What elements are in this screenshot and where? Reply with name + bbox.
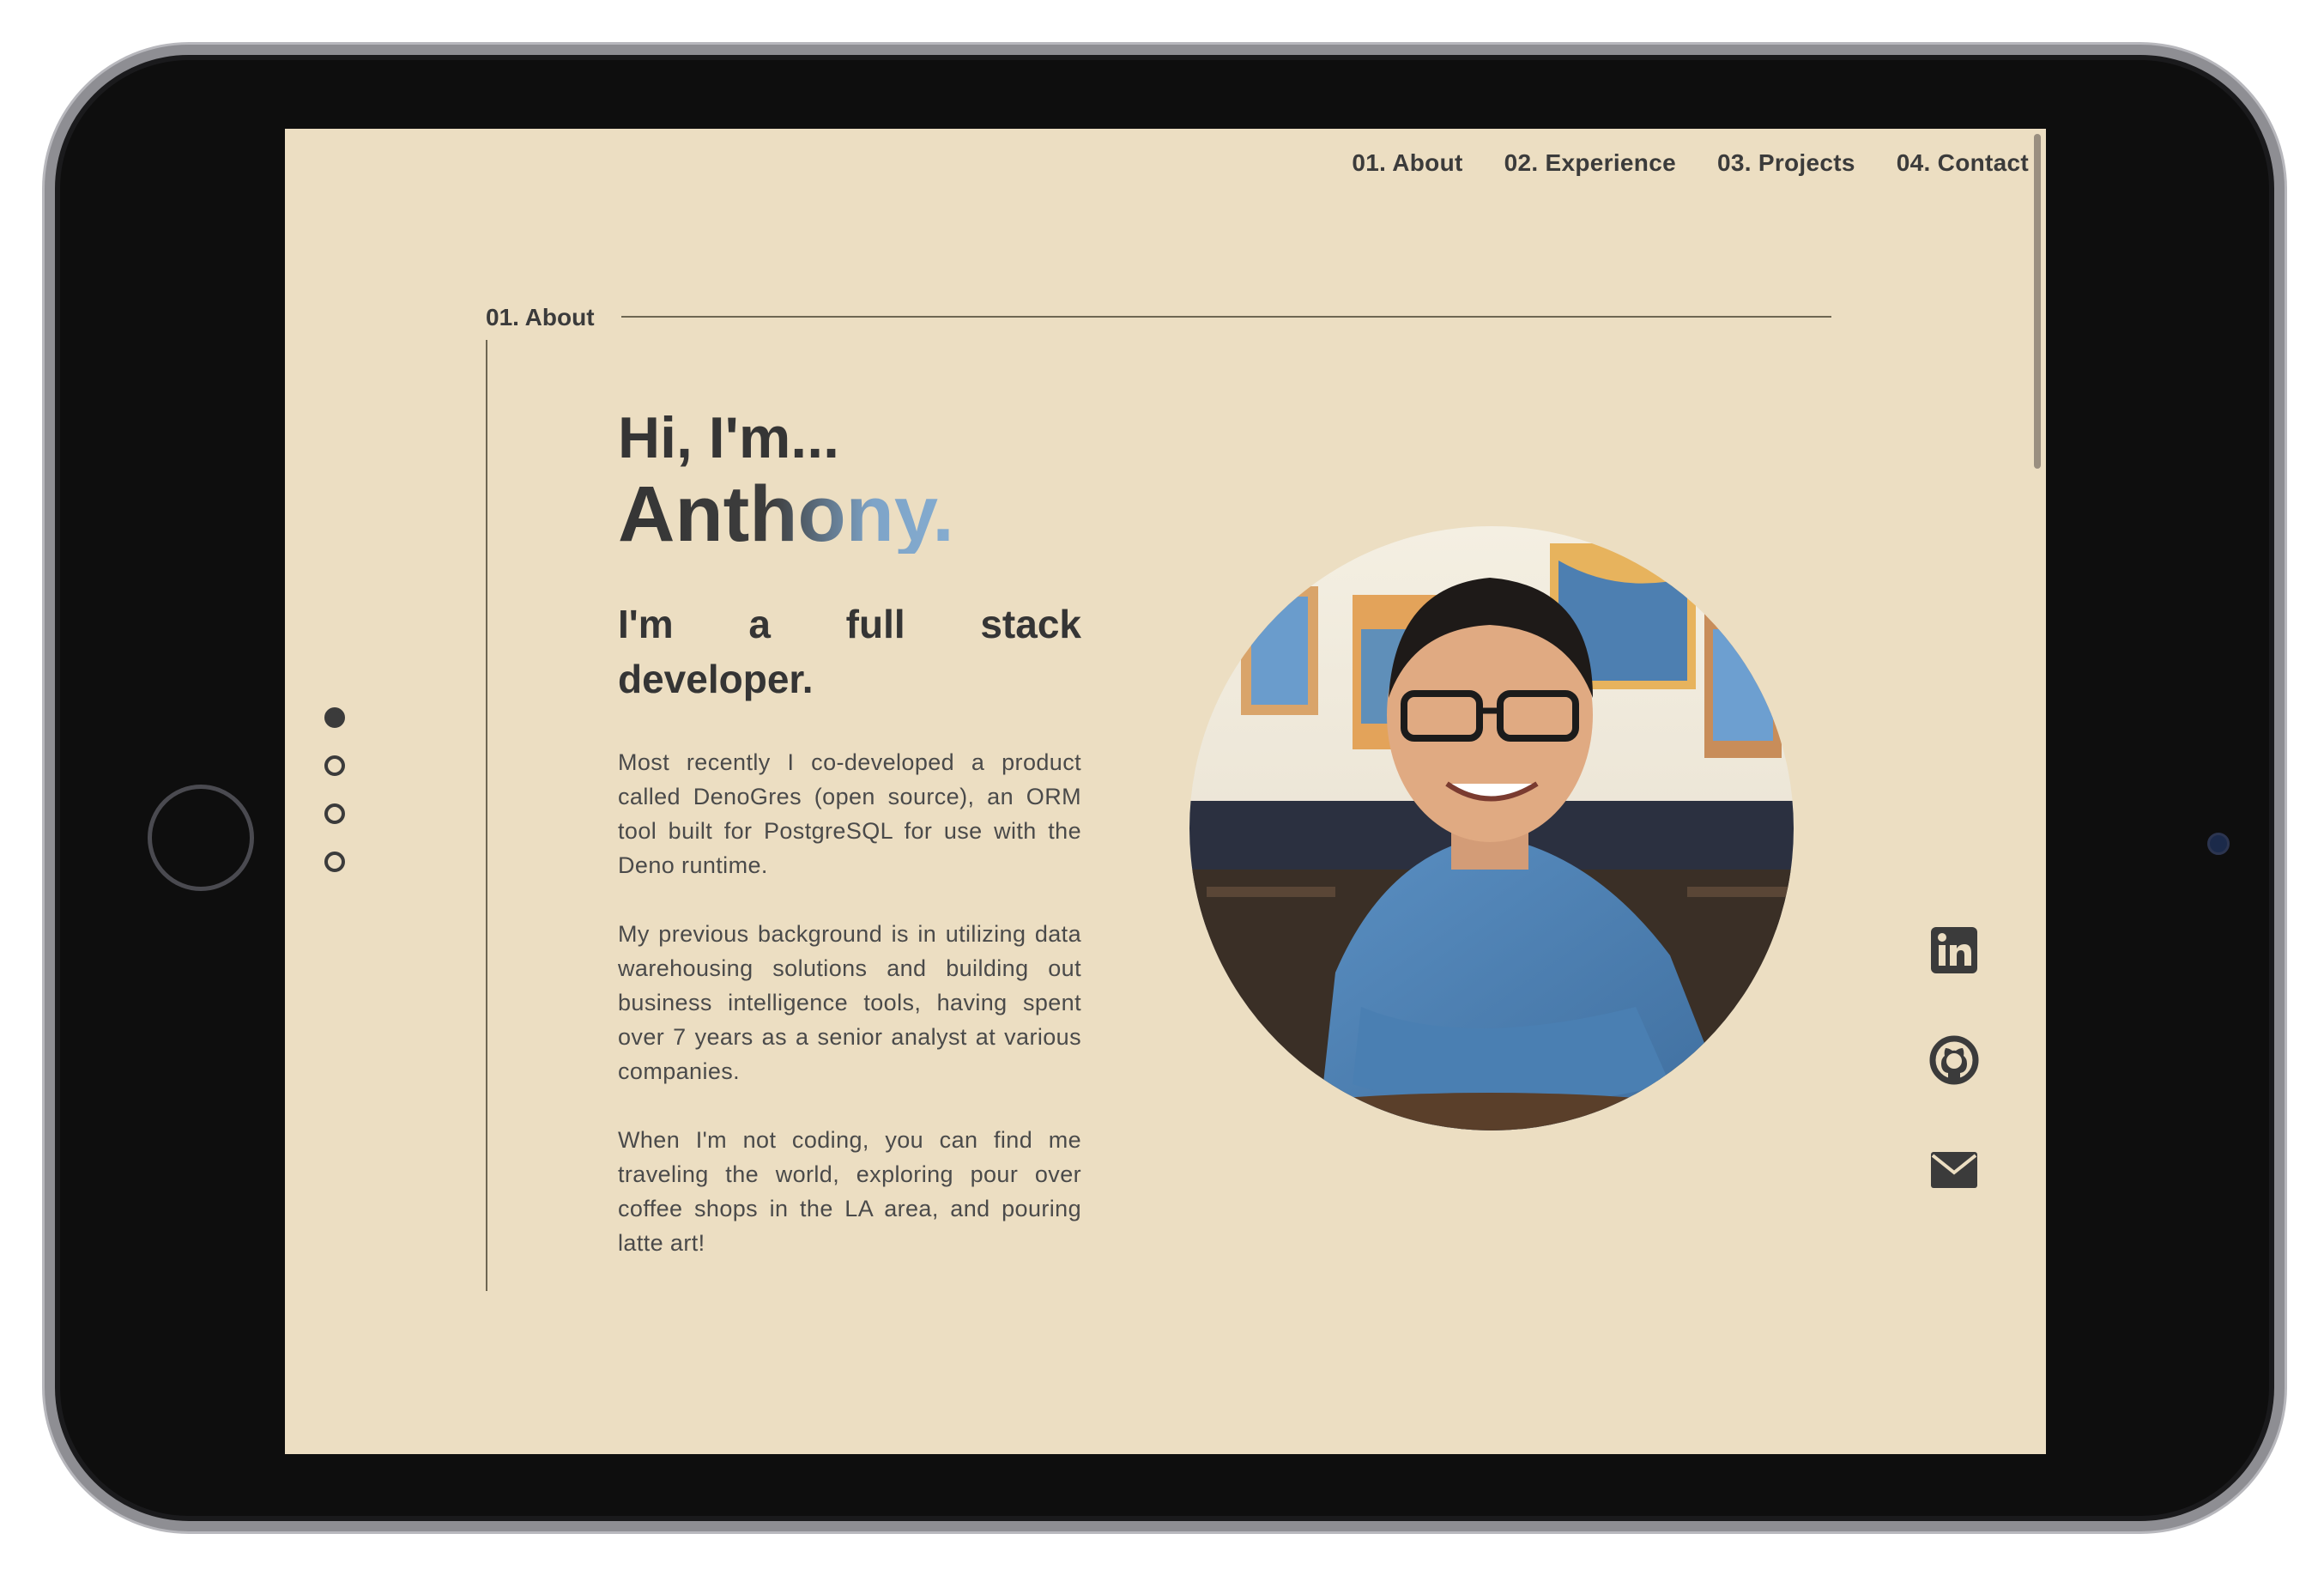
github-icon[interactable]	[1929, 1035, 1979, 1085]
bio-paragraph-3: When I'm not coding, you can find me tra…	[618, 1126, 1081, 1256]
bio-paragraph-1: Most recently I co-developed a product c…	[618, 749, 1081, 878]
section-dot-3[interactable]	[324, 803, 345, 824]
section-dot-2[interactable]	[324, 755, 345, 776]
section-divider	[621, 316, 1831, 318]
section-dot-1[interactable]	[324, 707, 345, 728]
profile-photo-illustration	[1189, 526, 1794, 1130]
nav-link-contact[interactable]: 04. Contact	[1897, 149, 2029, 177]
nav-link-experience[interactable]: 02. Experience	[1504, 149, 1676, 177]
bio-paragraph-2: My previous background is in utilizing d…	[618, 920, 1081, 1084]
role-tagline: I'm a full stack developer.	[618, 602, 1081, 702]
nav-link-projects[interactable]: 03. Projects	[1717, 149, 1855, 177]
linkedin-icon[interactable]	[1929, 925, 1979, 975]
vertical-divider	[486, 340, 487, 1291]
social-links	[1929, 925, 1979, 1255]
about-content: Hi, I'm... Anthony. I'm a full stack dev…	[618, 402, 1081, 1294]
profile-photo	[1189, 526, 1794, 1130]
mail-icon[interactable]	[1929, 1145, 1979, 1195]
scrollbar[interactable]	[2034, 134, 2041, 469]
section-dot-4[interactable]	[324, 852, 345, 872]
nav-link-about[interactable]: 01. About	[1352, 149, 1462, 177]
section-dot-indicator	[324, 707, 345, 900]
home-button[interactable]	[148, 785, 254, 891]
greeting-heading: Hi, I'm...	[618, 405, 839, 470]
browser-viewport: 01. About 02. Experience 03. Projects 04…	[285, 129, 2046, 1454]
top-navigation: 01. About 02. Experience 03. Projects 04…	[1352, 149, 2029, 177]
front-camera	[2207, 833, 2230, 855]
name-heading: Anthony.	[618, 475, 1081, 554]
section-label: 01. About	[486, 304, 595, 330]
